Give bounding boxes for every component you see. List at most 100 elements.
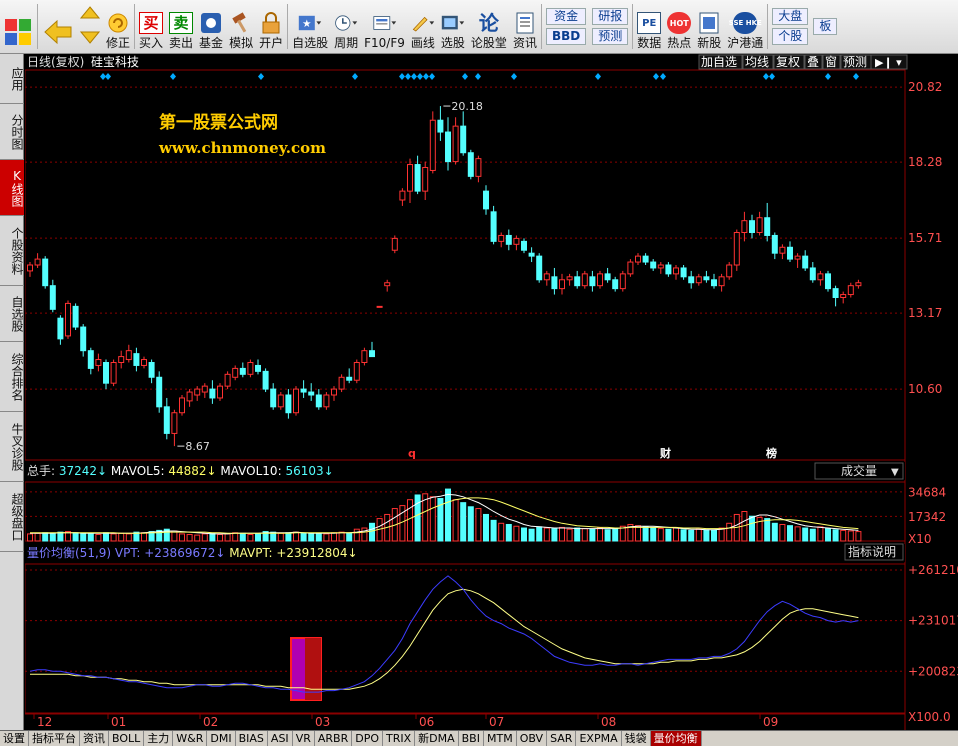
up-arrow-icon[interactable] xyxy=(79,6,101,25)
candle-body xyxy=(255,364,261,372)
new-stock-button[interactable]: 新股 xyxy=(694,0,724,53)
volume-bar xyxy=(513,525,520,542)
bottom-tab-13[interactable]: 新DMA xyxy=(415,731,459,746)
simulate-button[interactable]: 模拟 xyxy=(226,0,256,53)
volume-bar xyxy=(87,533,94,542)
left-tab-2[interactable]: K线图 xyxy=(0,160,24,216)
volume-bar xyxy=(27,533,33,542)
mavol10-label: MAVOL10: xyxy=(220,464,285,478)
chart-canvas[interactable]: 日线(复权) 硅宝科技 加自选 均线 复权叠窗预测 ▶❙ ▾ 20.82 18.28 15.71… xyxy=(25,54,958,730)
volume-bar xyxy=(703,529,710,542)
toolbar-separator xyxy=(767,4,769,49)
news-button[interactable]: 资讯 xyxy=(510,0,540,53)
draw-line-button[interactable]: 画线 xyxy=(408,0,438,53)
header-button-label: 加自选 xyxy=(701,55,737,69)
down-arrow-icon[interactable] xyxy=(79,28,101,47)
mavol5-label: MAVOL5: xyxy=(111,464,168,478)
market-button[interactable]: 大盘 xyxy=(772,8,809,25)
candle-body xyxy=(551,276,558,290)
hotspot-button[interactable]: HOT 热点 xyxy=(664,0,694,53)
bottom-tab-16[interactable]: OBV xyxy=(517,731,548,746)
left-tab-1[interactable]: 分时图 xyxy=(0,104,24,160)
open-account-button[interactable]: 开户 xyxy=(256,0,286,53)
data-button[interactable]: PE 数据 xyxy=(634,0,664,53)
toolbar-button-label: 论股堂 xyxy=(470,36,507,50)
buy-button[interactable]: 买 买入 xyxy=(136,0,166,53)
candle-body xyxy=(597,273,603,287)
left-tab-0[interactable]: 应用 xyxy=(0,54,24,104)
period-label: 日线(复权) xyxy=(27,55,84,69)
volume-bar xyxy=(604,529,611,542)
watchlist-button[interactable]: ★ 自选股 xyxy=(289,0,331,53)
bottom-tab-7[interactable]: BIAS xyxy=(236,731,268,746)
toolbar-button-0[interactable]: 修正 xyxy=(103,0,133,53)
bottom-tab-6[interactable]: DMI xyxy=(207,731,236,746)
candle-body xyxy=(657,264,664,269)
toolbar-button-label: 修正 xyxy=(106,36,131,50)
candle-body xyxy=(422,167,429,192)
bottom-tab-2[interactable]: 资讯 xyxy=(80,731,109,746)
bottom-tab-10[interactable]: ARBR xyxy=(315,731,353,746)
bottom-tab-5[interactable]: W&R xyxy=(173,731,208,746)
volume-bar xyxy=(277,532,284,542)
volume-bar xyxy=(787,525,793,542)
candle-body xyxy=(650,261,657,269)
candle-body xyxy=(277,394,284,408)
candle-body xyxy=(118,356,125,364)
event-diamond-icon xyxy=(660,73,666,80)
hk-connect-button[interactable]: SSE HKE 沪港通 xyxy=(724,0,766,53)
hk-connect-icon: SSE HKE xyxy=(729,12,762,34)
bbd-button[interactable]: BBD xyxy=(545,28,587,45)
left-tab-7[interactable]: 超级盘口 xyxy=(0,482,24,552)
stock-screen-button[interactable]: 选股 xyxy=(438,0,468,53)
candle-body xyxy=(163,406,170,434)
left-tab-3[interactable]: 个股资料 xyxy=(0,216,24,286)
period-button[interactable]: 周期 xyxy=(331,0,361,53)
volume-bar xyxy=(239,532,246,542)
candle-body xyxy=(338,376,345,390)
volume-bar xyxy=(680,529,687,542)
volume-bar xyxy=(42,532,49,542)
forum-button[interactable]: 论 论股堂 xyxy=(468,0,510,53)
bottom-tab-11[interactable]: DPO xyxy=(352,731,383,746)
bottom-tab-4[interactable]: 主力 xyxy=(144,731,174,746)
candle-body xyxy=(612,279,619,290)
bottom-tab-15[interactable]: MTM xyxy=(484,731,517,746)
volume-bar xyxy=(224,533,231,542)
candle-body xyxy=(787,246,793,260)
bottom-tab-9[interactable]: VR xyxy=(293,731,315,746)
left-tab-6[interactable]: 牛叉诊股 xyxy=(0,412,24,482)
bottom-tab-14[interactable]: BBI xyxy=(459,731,484,746)
capital-button[interactable]: 资金 xyxy=(545,8,587,25)
candle-body xyxy=(726,264,733,278)
board-button[interactable]: 板 xyxy=(813,18,838,35)
candle-body xyxy=(581,273,588,287)
volume-bar xyxy=(665,528,672,542)
sell-button[interactable]: 卖 卖出 xyxy=(166,0,196,53)
header-button-label: 均线 xyxy=(745,55,769,69)
bottom-tab-8[interactable]: ASI xyxy=(268,731,293,746)
candle-body xyxy=(452,125,459,163)
bottom-tab-19[interactable]: 钱袋 xyxy=(622,731,651,746)
bottom-tab-18[interactable]: EXPMA xyxy=(576,731,622,746)
candle-body xyxy=(825,273,831,290)
forecast-button[interactable]: 预测 xyxy=(592,28,629,45)
bottom-tab-17[interactable]: SAR xyxy=(547,731,577,746)
bottom-tab-3[interactable]: BOLL xyxy=(109,731,145,746)
fund-button[interactable]: 基金 xyxy=(196,0,226,53)
volume-bar xyxy=(779,523,786,542)
f10-button[interactable]: F10/F9 xyxy=(361,0,408,53)
left-tab-5[interactable]: 综合排名 xyxy=(0,342,24,412)
individual-stock-button[interactable]: 个股 xyxy=(772,28,809,45)
candle-body xyxy=(642,255,649,263)
bottom-tab-0[interactable]: 设置 xyxy=(0,731,29,746)
back-button[interactable] xyxy=(39,0,77,53)
bottom-tab-20[interactable]: 量价均衡 xyxy=(650,731,702,746)
bottom-tab-12[interactable]: TRIX xyxy=(383,731,416,746)
home-button[interactable] xyxy=(0,0,36,53)
event-diamond-icon xyxy=(399,73,405,80)
header-button-label: 复权 xyxy=(776,55,800,69)
left-tab-4[interactable]: 自选股 xyxy=(0,286,24,342)
bottom-tab-1[interactable]: 指标平台 xyxy=(29,731,80,746)
research-button[interactable]: 研报 xyxy=(592,8,629,25)
